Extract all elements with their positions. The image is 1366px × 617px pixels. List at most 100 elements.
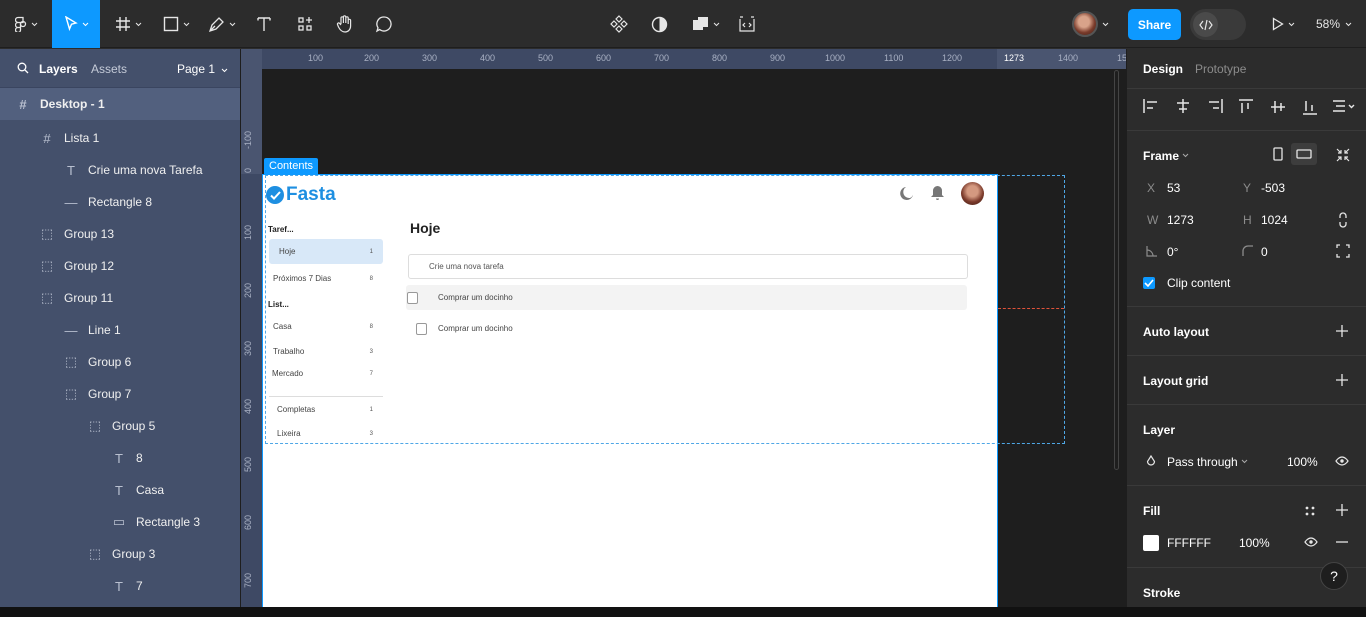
layer-rectangle-3[interactable]: ▭ Rectangle 3 — [0, 506, 240, 538]
layer-group-3[interactable]: ⬚ Group 3 — [0, 538, 240, 570]
h-field[interactable]: 1024 — [1261, 213, 1288, 227]
check-icon — [1144, 279, 1154, 287]
layer-group-13[interactable]: ⬚ Group 13 — [0, 218, 240, 250]
dev-mode-toggle[interactable] — [1190, 9, 1246, 40]
fill-hex-field[interactable]: FFFFFF — [1167, 536, 1211, 550]
help-button[interactable]: ? — [1320, 562, 1348, 590]
plus-icon[interactable] — [1336, 374, 1348, 386]
layer-text-7[interactable]: T 7 — [0, 570, 240, 602]
user-avatar[interactable] — [1072, 11, 1098, 37]
w-field[interactable]: 1273 — [1167, 213, 1194, 227]
layer-opacity-field[interactable]: 100% — [1287, 455, 1318, 469]
layer-crie-uma-nova-tarefa[interactable]: T Crie uma nova Tarefa — [0, 154, 240, 186]
align-center-v-icon[interactable] — [1271, 99, 1285, 115]
tab-design[interactable]: Design — [1143, 62, 1183, 76]
align-bottom-icon[interactable] — [1303, 99, 1317, 115]
layer-group-5[interactable]: ⬚ Group 5 — [0, 410, 240, 442]
fill-section: Fill FFFFFF 100% — [1127, 485, 1366, 567]
layer-text-8[interactable]: T 8 — [0, 442, 240, 474]
layer-lista-1[interactable]: # Lista 1 — [0, 122, 240, 154]
stroke-title: Stroke — [1143, 586, 1181, 600]
landscape-button[interactable] — [1291, 143, 1317, 165]
y-field[interactable]: -503 — [1261, 181, 1285, 195]
fill-opacity-field[interactable]: 100% — [1239, 536, 1270, 550]
shape-tool-button[interactable] — [156, 0, 196, 48]
canvas-scrollbar[interactable] — [1114, 70, 1119, 470]
chevron-down-icon[interactable] — [1241, 459, 1248, 464]
multiplayer-menu-button[interactable] — [1098, 0, 1112, 48]
tab-assets[interactable]: Assets — [91, 62, 127, 76]
tab-prototype[interactable]: Prototype — [1195, 62, 1246, 76]
boolean-button[interactable] — [686, 0, 726, 48]
plus-icon[interactable] — [1336, 504, 1348, 516]
layer-group-11[interactable]: ⬚ Group 11 — [0, 282, 240, 314]
rotation-field[interactable]: 0° — [1167, 245, 1178, 259]
layer-group-7[interactable]: ⬚ Group 7 — [0, 378, 240, 410]
main-menu-button[interactable] — [8, 0, 44, 48]
zoom-menu[interactable]: 58% — [1316, 0, 1352, 48]
layer-name: Group 5 — [112, 419, 156, 433]
pen-tool-button[interactable] — [202, 0, 242, 48]
constrain-proportions-icon[interactable] — [1338, 212, 1348, 228]
eye-icon[interactable] — [1335, 456, 1349, 466]
crop-button[interactable] — [734, 0, 760, 48]
hand-icon — [336, 15, 351, 33]
layer-group-12[interactable]: ⬚ Group 12 — [0, 250, 240, 282]
ruler-tick: 600 — [243, 514, 253, 530]
resources-button[interactable] — [290, 0, 320, 48]
layer-casa[interactable]: T Casa — [0, 474, 240, 506]
layer-group-6[interactable]: ⬚ Group 6 — [0, 346, 240, 378]
portrait-icon[interactable] — [1273, 147, 1283, 161]
corner-radius-field[interactable]: 0 — [1261, 245, 1268, 259]
fill-color-swatch[interactable] — [1143, 535, 1159, 551]
align-left-icon[interactable] — [1143, 99, 1159, 113]
share-button[interactable]: Share — [1128, 9, 1181, 40]
move-tool-button[interactable] — [52, 0, 100, 48]
clip-content-checkbox[interactable] — [1143, 277, 1155, 289]
present-button[interactable] — [1266, 0, 1300, 48]
group-icon: ⬚ — [40, 258, 54, 273]
create-component-button[interactable] — [606, 0, 632, 48]
page-selector[interactable]: Page 1 — [177, 62, 228, 76]
layer-name: Casa — [136, 483, 165, 497]
x-field[interactable]: 53 — [1167, 181, 1180, 195]
blend-mode-select[interactable]: Pass through — [1167, 455, 1238, 469]
alignment-bar — [1127, 88, 1366, 128]
align-right-icon[interactable] — [1207, 99, 1223, 113]
layer-desktop-1[interactable]: # Desktop - 1 — [0, 88, 240, 120]
hand-tool-button[interactable] — [330, 0, 358, 48]
frame-label[interactable]: Contents — [264, 158, 319, 174]
plus-icon[interactable] — [1336, 325, 1348, 337]
blend-mode-icon — [1146, 455, 1156, 466]
ruler-selection-highlight — [241, 174, 262, 617]
frame-tool-button[interactable] — [108, 0, 148, 48]
layer-line-1[interactable]: — Line 1 — [0, 314, 240, 346]
list-label: Casa — [273, 322, 292, 331]
nav-count: 1 — [369, 248, 373, 255]
distribute-icon[interactable] — [1333, 100, 1355, 112]
frame-title[interactable]: Frame — [1143, 149, 1179, 163]
text-tool-button[interactable] — [250, 0, 278, 48]
landscape-icon — [1296, 149, 1312, 159]
search-icon[interactable] — [17, 62, 29, 74]
footer-count: 1 — [369, 406, 373, 413]
mask-button[interactable] — [646, 0, 672, 48]
independent-corners-icon[interactable] — [1336, 244, 1350, 258]
ruler-tick: 100 — [243, 224, 253, 240]
layer-rectangle-8[interactable]: — Rectangle 8 — [0, 186, 240, 218]
x-label: X — [1147, 181, 1156, 195]
chevron-down-icon[interactable] — [1182, 153, 1189, 158]
list-label: Trabalho — [273, 347, 305, 356]
ruler-tick: 400 — [243, 398, 253, 414]
minus-icon[interactable] — [1336, 541, 1348, 543]
components-icon — [298, 17, 312, 31]
eye-icon[interactable] — [1304, 537, 1318, 547]
tab-layers[interactable]: Layers — [39, 62, 78, 76]
align-top-icon[interactable] — [1239, 99, 1253, 115]
layer-name: Group 7 — [88, 387, 132, 401]
frame-section: Frame X 53 Y -503 W 1273 H 1024 0° 0 Cli… — [1127, 130, 1366, 306]
resize-to-fit-icon[interactable] — [1336, 148, 1350, 162]
style-icon[interactable] — [1304, 505, 1316, 517]
comment-tool-button[interactable] — [370, 0, 398, 48]
align-center-h-icon[interactable] — [1175, 99, 1191, 113]
